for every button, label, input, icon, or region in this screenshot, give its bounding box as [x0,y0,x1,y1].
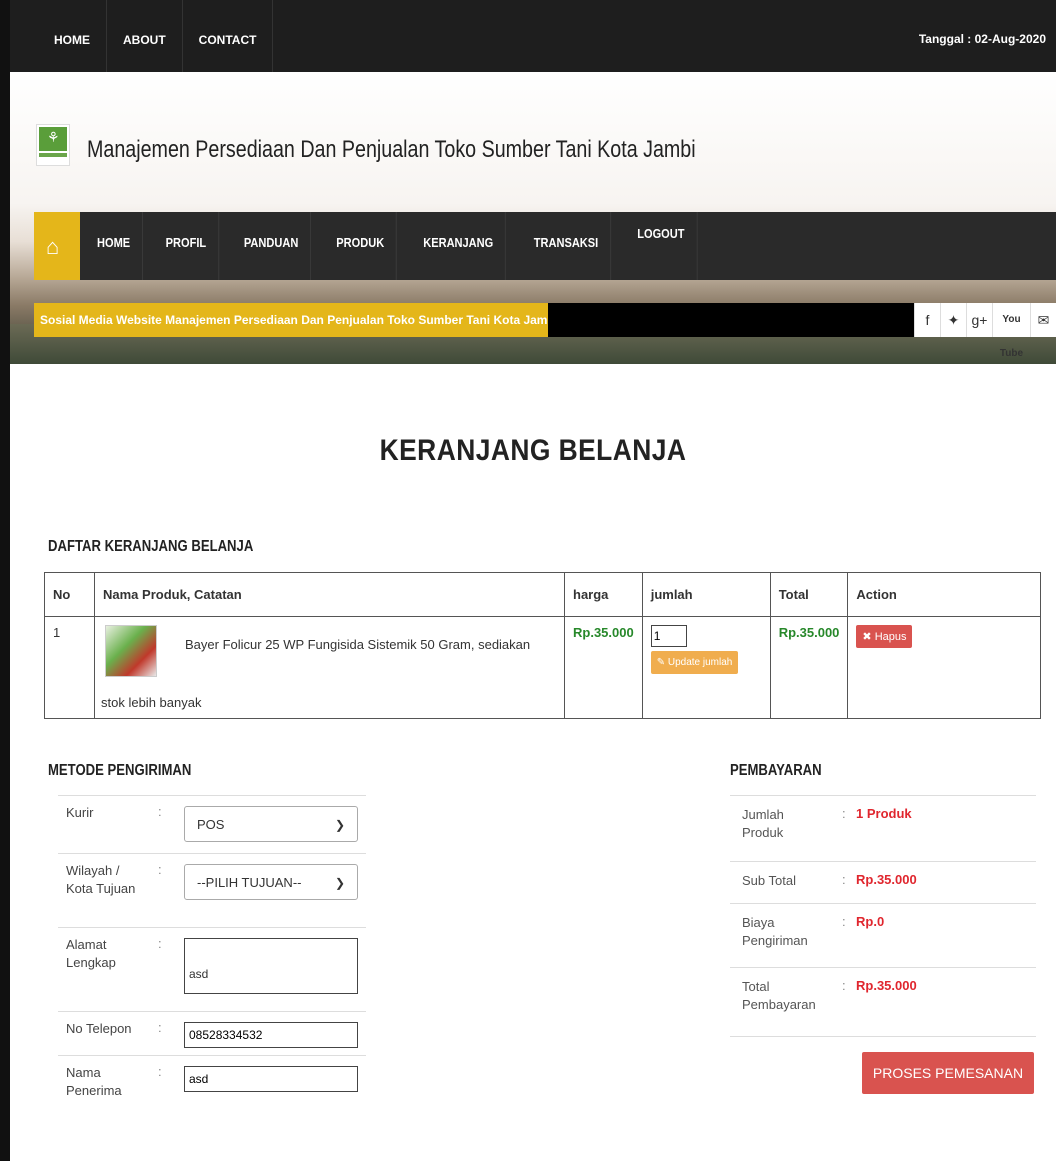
recipient-input[interactable] [184,1066,358,1092]
nav-keranjang[interactable]: KERANJANG [411,212,507,280]
courier-row: Kurir : POS ❯ [58,795,366,853]
product-note: stok lebih banyak [101,695,202,710]
payment-subtotal-row: Sub Total : Rp.35.000 [730,861,1036,903]
cart-table: No Nama Produk, Catatan harga jumlah Tot… [44,572,1041,719]
cart-heading: DAFTAR KERANJANG BELANJA [48,538,254,555]
total-label: Total Pembayaran [742,979,816,1012]
delete-label: Hapus [874,631,907,643]
top-menu-contact[interactable]: CONTACT [183,0,274,72]
courier-label: Kurir [66,805,94,820]
phone-row: No Telepon : [58,1011,366,1055]
col-product: Nama Produk, Catatan [94,572,565,617]
social-bar: Sosial Media Website Manajemen Persediaa… [34,303,1056,359]
payment-heading: PEMBAYARAN [730,762,822,779]
address-textarea[interactable]: asd [184,938,358,994]
subtotal-label: Sub Total [742,873,796,888]
leaf-icon [39,127,67,151]
payment-summary: Jumlah Produk : 1 Produk Sub Total : Rp.… [730,795,1036,1037]
cell-product: Bayer Folicur 25 WP Fungisida Sistemik 5… [94,616,565,719]
cart-header-row: No Nama Produk, Catatan harga jumlah Tot… [44,572,1041,617]
update-qty-button[interactable]: ✎ Update jumlah [650,651,739,674]
facebook-icon[interactable]: f [914,303,940,337]
nav-produk[interactable]: PRODUK [324,212,397,280]
col-price: harga [564,572,643,617]
home-button[interactable]: ⌂ [34,212,80,280]
page: HOME ABOUT CONTACT Tanggal : 02-Aug-2020… [0,0,1056,1161]
chevron-down-icon: ❯ [334,818,345,832]
chevron-down-icon: ❯ [334,876,345,890]
courier-select[interactable]: POS ❯ [184,806,358,842]
nav-transaksi[interactable]: TRANSAKSI [522,212,612,280]
twitter-icon[interactable]: ✦ [940,303,966,337]
col-no: No [44,572,95,617]
subtotal-value: Rp.35.000 [856,872,917,887]
youtube-icon[interactable]: You Tube [992,303,1030,359]
top-bar: HOME ABOUT CONTACT Tanggal : 02-Aug-2020 [10,0,1056,72]
top-menu-about[interactable]: ABOUT [107,0,183,72]
cell-no: 1 [44,616,95,719]
address-label: Alamat Lengkap [66,937,116,970]
delete-button[interactable]: ✖ Hapus [856,625,913,648]
col-action: Action [847,572,1041,617]
nav-logout[interactable]: LOGOUT [626,212,698,280]
qty-value: 1 Produk [856,806,912,821]
address-row: Alamat Lengkap : asd [58,927,366,1011]
top-menu: HOME ABOUT CONTACT [38,0,274,72]
process-order-button[interactable]: PROSES PEMESANAN [862,1052,1034,1094]
cell-qty: ✎ Update jumlah [641,616,771,719]
col-total: Total [769,572,849,617]
cell-action: ✖ Hapus [847,616,1041,719]
table-row: 1 Bayer Folicur 25 WP Fungisida Sistemik… [44,616,1041,719]
col-qty: jumlah [641,572,771,617]
site-logo[interactable] [36,124,70,166]
cell-price: Rp.35.000 [564,616,643,719]
delete-icon: ✖ [862,631,872,643]
nav-panduan[interactable]: PANDUAN [232,212,311,280]
shipping-cost-label: Biaya Pengiriman [742,915,808,948]
courier-value: POS [197,817,225,832]
product-image [105,625,157,677]
recipient-row: Nama Penerima : [58,1055,366,1107]
google-plus-icon[interactable]: g+ [966,303,992,337]
site-title: Manajemen Persediaan Dan Penjualan Toko … [87,136,696,163]
payment-qty-row: Jumlah Produk : 1 Produk [730,795,1036,861]
recipient-label: Nama Penerima [66,1065,122,1098]
shipping-heading: METODE PENGIRIMAN [48,762,192,779]
shipping-cost-value: Rp.0 [856,914,885,929]
region-value: --PILIH TUJUAN-- [197,875,302,890]
home-icon: ⌂ [46,234,60,259]
page-title: KERANJANG BELANJA [379,434,687,467]
date-display: Tanggal : 02-Aug-2020 [918,32,1046,46]
shipping-form: Kurir : POS ❯ Wilayah / Kota Tujuan : --… [58,795,366,1107]
main-nav-items: HOME PROFIL PANDUAN PRODUK KERANJANG TRA… [80,212,704,280]
product-name: Bayer Folicur 25 WP Fungisida Sistemik 5… [185,637,531,652]
nav-home[interactable]: HOME [85,212,143,280]
main-nav: ⌂ HOME PROFIL PANDUAN PRODUK KERANJANG T… [34,212,1056,280]
region-row: Wilayah / Kota Tujuan : --PILIH TUJUAN--… [58,853,366,927]
update-qty-label: Update jumlah [667,657,733,668]
email-icon[interactable]: ✉ [1030,303,1056,337]
region-select[interactable]: --PILIH TUJUAN-- ❯ [184,864,358,900]
top-menu-home[interactable]: HOME [38,0,107,72]
header-banner: Manajemen Persediaan Dan Penjualan Toko … [10,72,1056,364]
total-value: Rp.35.000 [856,978,917,993]
nav-profil[interactable]: PROFIL [154,212,219,280]
phone-label: No Telepon [66,1021,132,1036]
qty-label: Jumlah Produk [742,807,784,840]
phone-input[interactable] [184,1022,358,1048]
qty-input[interactable] [650,625,687,647]
region-label: Wilayah / Kota Tujuan [66,863,136,896]
payment-total-row: Total Pembayaran : Rp.35.000 [730,967,1036,1037]
social-icons: f ✦ g+ You Tube ✉ [914,303,1056,359]
social-text: Sosial Media Website Manajemen Persediaa… [34,303,548,337]
payment-shipping-row: Biaya Pengiriman : Rp.0 [730,903,1036,967]
cell-total: Rp.35.000 [769,616,849,719]
